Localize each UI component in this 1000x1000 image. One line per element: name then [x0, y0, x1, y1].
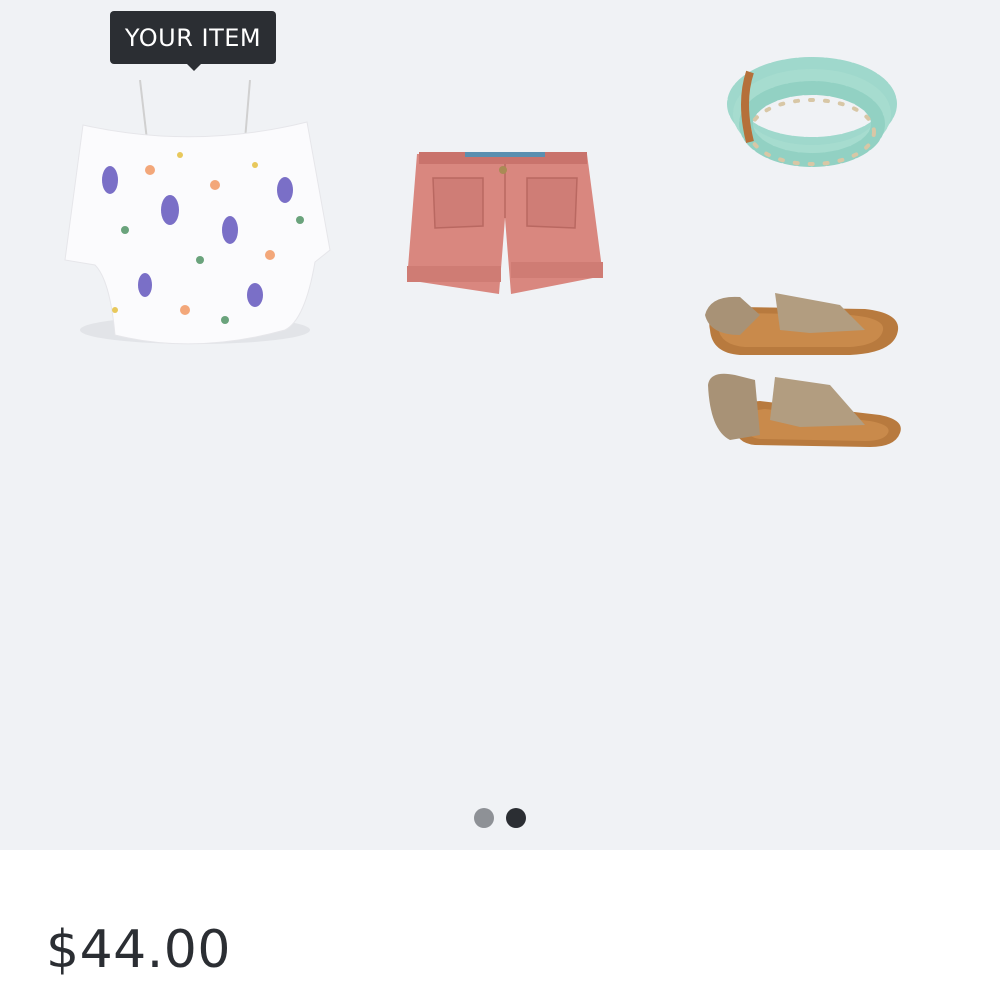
item-price: $44.00	[46, 920, 231, 980]
floral-off-shoulder-top-image[interactable]	[55, 80, 335, 365]
outfit-gallery[interactable]: YOUR ITEM	[0, 0, 1000, 850]
carousel-dot-2-active[interactable]	[506, 808, 526, 828]
carousel-pagination	[474, 808, 526, 828]
turquoise-bead-bracelet-image[interactable]	[720, 32, 905, 177]
tooltip-arrow	[186, 63, 202, 71]
carousel-dot-1[interactable]	[474, 808, 494, 828]
tan-sandals-image[interactable]	[700, 285, 905, 455]
your-item-tooltip: YOUR ITEM	[110, 11, 276, 64]
pink-shorts-image[interactable]	[405, 148, 605, 298]
